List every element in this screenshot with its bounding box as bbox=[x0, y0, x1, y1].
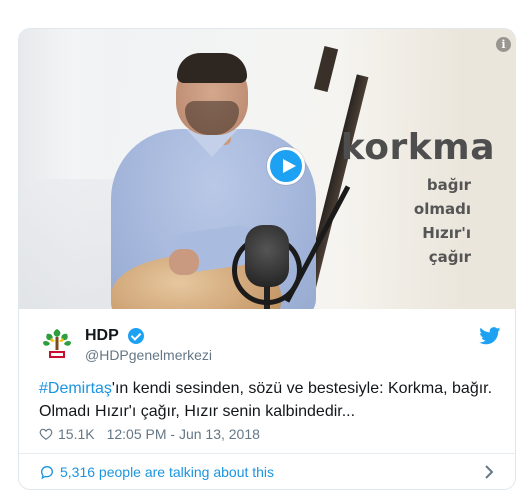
author-handle[interactable]: @HDPgenelmerkezi bbox=[85, 347, 212, 363]
heart-icon[interactable] bbox=[39, 427, 53, 441]
hashtag-link[interactable]: #Demirtaş bbox=[39, 380, 112, 397]
saz-head bbox=[313, 45, 339, 93]
overlay-line-4: çağır bbox=[428, 248, 471, 266]
person-hair bbox=[177, 53, 247, 83]
microphone bbox=[245, 225, 289, 287]
video-thumbnail[interactable]: korkma bağır olmadı Hızır'ı çağır i bbox=[19, 29, 515, 309]
tweet-timestamp[interactable]: 12:05 PM - Jun 13, 2018 bbox=[107, 426, 260, 442]
tweet-author: HDP @HDPgenelmerkezi bbox=[39, 325, 509, 369]
tweet-meta: 15.1K 12:05 PM - Jun 13, 2018 bbox=[39, 425, 260, 443]
person-hand bbox=[169, 249, 199, 275]
hdp-logo[interactable] bbox=[39, 325, 75, 361]
overlay-title: korkma bbox=[340, 127, 495, 168]
tweet-text: #Demirtaş'ın kendi sesinden, sözü ve bes… bbox=[39, 377, 509, 423]
verified-icon bbox=[128, 328, 144, 344]
info-icon[interactable]: i bbox=[496, 37, 511, 52]
twitter-bird-icon[interactable] bbox=[479, 327, 501, 345]
like-count[interactable]: 15.1K bbox=[58, 426, 95, 442]
speech-bubble-icon bbox=[40, 465, 54, 480]
overlay-line-1: bağır bbox=[426, 176, 471, 194]
overlay-line-3: Hızır'ı bbox=[422, 224, 471, 242]
embedded-tweet-card: korkma bağır olmadı Hızır'ı çağır i HDP … bbox=[18, 28, 516, 490]
talking-about-text: 5,316 people are talking about this bbox=[60, 464, 275, 480]
scene-wall bbox=[337, 29, 515, 309]
play-icon[interactable] bbox=[267, 147, 305, 185]
overlay-line-2: olmadı bbox=[413, 200, 471, 218]
author-name[interactable]: HDP bbox=[85, 327, 119, 345]
chevron-right-icon bbox=[485, 465, 493, 479]
talking-about-link[interactable]: 5,316 people are talking about this bbox=[19, 454, 515, 489]
